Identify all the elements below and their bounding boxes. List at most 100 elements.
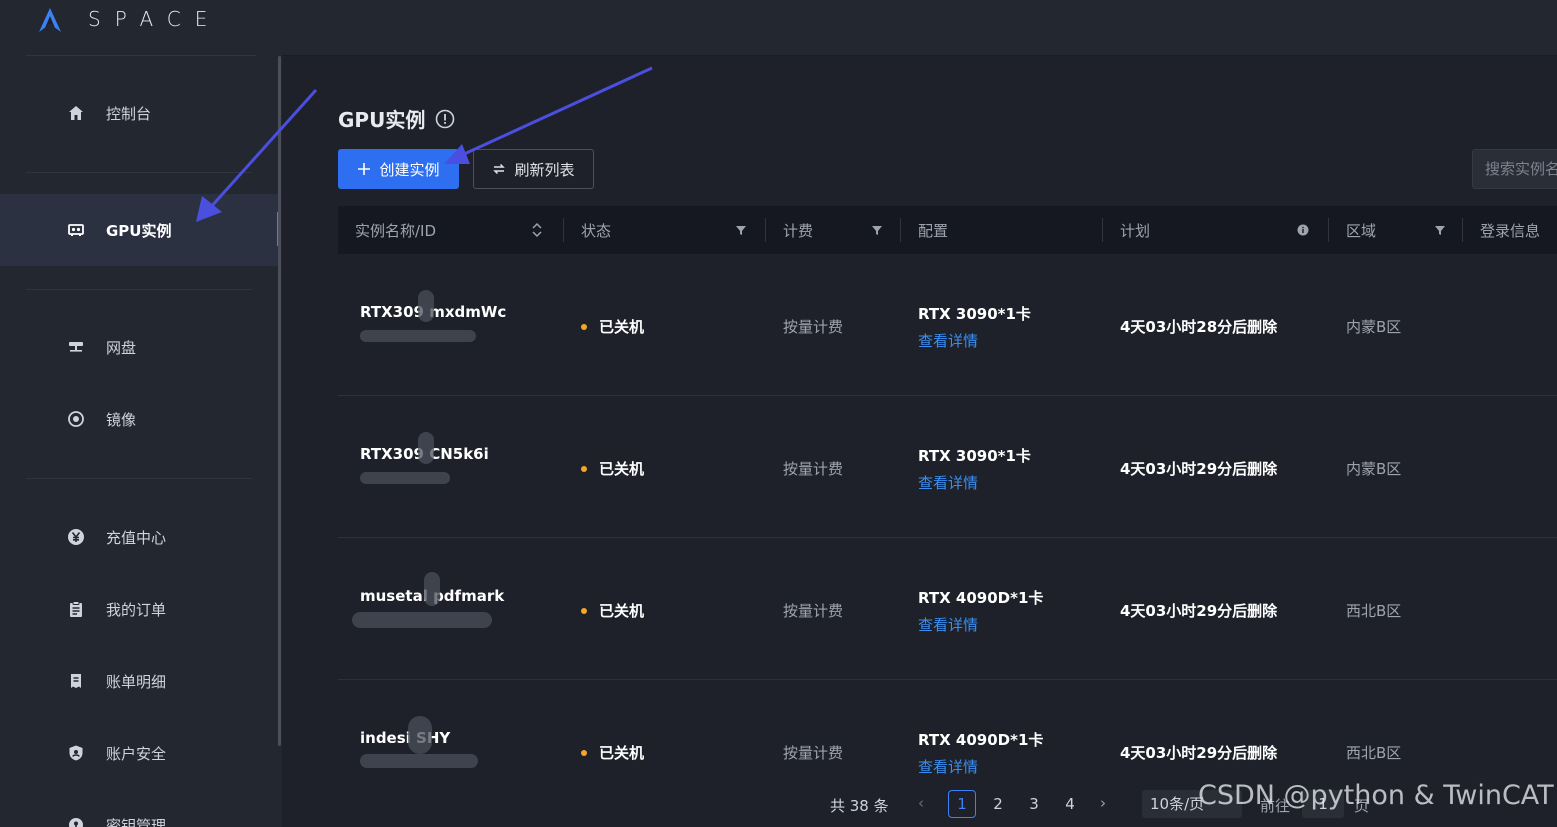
status-text: 已关机 <box>599 318 645 336</box>
sidebar-item-orders[interactable]: 我的订单 <box>0 573 278 645</box>
sidebar-item-bills[interactable]: 账单明细 <box>0 645 278 717</box>
status-dot <box>581 607 587 614</box>
redacted-id <box>352 612 492 628</box>
column-header-status[interactable]: 状态 <box>581 206 751 254</box>
refresh-list-label: 刷新列表 <box>514 160 575 179</box>
status-dot <box>581 323 587 330</box>
status-badge: 已关机 <box>581 600 644 621</box>
page-size-select[interactable]: 10条/页 <box>1142 790 1242 818</box>
chevron-left-icon[interactable]: ‹ <box>918 794 924 812</box>
instance-name[interactable]: indesi SHY <box>360 729 450 747</box>
sidebar-item-account-security[interactable]: 账户安全 <box>0 717 278 789</box>
column-header-label: 计费 <box>783 221 814 240</box>
logo[interactable]: SPACE <box>0 0 282 56</box>
column-header-billing[interactable]: 计费 <box>783 206 893 254</box>
page-button-3[interactable]: 3 <box>1020 790 1048 818</box>
yen-icon <box>66 527 86 547</box>
billing-type: 按量计费 <box>783 460 844 478</box>
filter-icon[interactable] <box>1435 225 1445 235</box>
sidebar-item-label: 控制台 <box>106 104 152 123</box>
search-input[interactable]: 搜索实例名 <box>1472 149 1557 189</box>
sort-icon[interactable] <box>531 221 543 239</box>
chevron-right-icon[interactable]: › <box>1100 794 1106 812</box>
column-separator <box>765 218 766 242</box>
divider <box>26 478 252 479</box>
page-unit-label: 页 <box>1354 797 1370 815</box>
config-cell: RTX 3090*1卡 查看详情 <box>918 445 1031 493</box>
filter-icon[interactable] <box>736 225 746 235</box>
plan-text: 4天03小时29分后删除 <box>1120 602 1278 620</box>
sidebar-item-label: 网盘 <box>106 338 137 357</box>
redacted-id <box>360 330 476 342</box>
config-cell: RTX 4090D*1卡 查看详情 <box>918 729 1043 777</box>
config-spec: RTX 4090D*1卡 <box>918 589 1044 607</box>
redacted-id <box>360 754 478 768</box>
page-title-text: GPU实例 <box>338 108 426 132</box>
main-content: GPU实例 创建实例 刷新列表 搜索实例名 实例名称/ID 状态 计费 配置 计… <box>282 56 1557 827</box>
table-row[interactable]: musetal pdfmark 已关机 按量计费 RTX 4090D*1卡 查看… <box>338 538 1557 680</box>
column-separator <box>563 218 564 242</box>
sidebar-item-network-disk[interactable]: 网盘 <box>0 311 278 383</box>
column-header-region[interactable]: 区域 <box>1346 206 1456 254</box>
sidebar-item-console[interactable]: 控制台 <box>0 77 278 149</box>
status-badge: 已关机 <box>581 316 644 337</box>
view-details-link[interactable]: 查看详情 <box>918 614 1043 635</box>
table-row[interactable]: RTX309 mxdmWc 已关机 按量计费 RTX 3090*1卡 查看详情 … <box>338 254 1557 396</box>
sidebar-item-label: 我的订单 <box>106 600 167 619</box>
status-badge: 已关机 <box>581 742 644 763</box>
info-icon[interactable] <box>435 109 455 129</box>
brand-name: SPACE <box>88 7 222 31</box>
config-spec: RTX 4090D*1卡 <box>918 731 1044 749</box>
image-icon <box>66 409 86 429</box>
column-header-plan: 计划 <box>1120 206 1320 254</box>
view-details-link[interactable]: 查看详情 <box>918 330 1031 351</box>
goto-page-value: 1 <box>1318 795 1328 813</box>
config-cell: RTX 3090*1卡 查看详情 <box>918 303 1031 351</box>
table-row[interactable]: RTX309 CN5k6i 已关机 按量计费 RTX 3090*1卡 查看详情 … <box>338 396 1557 538</box>
sidebar-item-key-management[interactable]: 密钥管理 <box>0 789 278 827</box>
sidebar-scrollbar[interactable] <box>278 56 281 746</box>
column-header-label: 计划 <box>1120 221 1151 240</box>
sidebar-item-label: 镜像 <box>106 410 137 429</box>
pagination: 共 38 条 ‹ 1 2 3 4 › 10条/页 前往 1 页 <box>282 790 1557 820</box>
divider <box>26 172 252 173</box>
column-header-name[interactable]: 实例名称/ID <box>355 206 555 254</box>
config-spec: RTX 3090*1卡 <box>918 305 1031 323</box>
sidebar-item-recharge[interactable]: 充值中心 <box>0 501 278 573</box>
status-badge: 已关机 <box>581 458 644 479</box>
page-button-1[interactable]: 1 <box>948 790 976 818</box>
sidebar-item-label: 密钥管理 <box>106 816 167 827</box>
redacted-mark <box>408 716 432 754</box>
region-text: 西北B区 <box>1346 744 1402 762</box>
billing-type: 按量计费 <box>783 744 844 762</box>
sidebar-item-image[interactable]: 镜像 <box>0 383 278 455</box>
column-header-login: 登录信息 <box>1480 206 1557 254</box>
refresh-list-button[interactable]: 刷新列表 <box>473 149 594 189</box>
column-header-label: 登录信息 <box>1480 221 1541 240</box>
create-instance-button[interactable]: 创建实例 <box>338 149 459 189</box>
view-details-link[interactable]: 查看详情 <box>918 756 1043 777</box>
status-text: 已关机 <box>599 460 645 478</box>
page-button-2[interactable]: 2 <box>984 790 1012 818</box>
page-button-4[interactable]: 4 <box>1056 790 1084 818</box>
column-header-label: 配置 <box>918 221 949 240</box>
region-text: 内蒙B区 <box>1346 460 1402 478</box>
status-text: 已关机 <box>599 602 645 620</box>
search-placeholder: 搜索实例名 <box>1485 160 1557 178</box>
create-instance-label: 创建实例 <box>379 160 440 179</box>
sidebar-item-label: 账单明细 <box>106 672 167 691</box>
info-icon[interactable] <box>1297 224 1309 236</box>
view-details-link[interactable]: 查看详情 <box>918 472 1031 493</box>
instance-table: 实例名称/ID 状态 计费 配置 计划 区域 登录信息 RTX309 mxdmW… <box>338 206 1557 822</box>
status-dot <box>581 749 587 756</box>
redacted-mark <box>424 572 440 606</box>
config-spec: RTX 3090*1卡 <box>918 447 1031 465</box>
key-icon <box>66 815 86 827</box>
region-text: 内蒙B区 <box>1346 318 1402 336</box>
column-header-label: 状态 <box>581 221 612 240</box>
goto-page-input[interactable]: 1 <box>1302 790 1344 818</box>
page-title: GPU实例 <box>338 104 455 133</box>
sidebar-item-gpu-instances[interactable]: GPU实例 <box>0 194 280 266</box>
column-separator <box>1102 218 1103 242</box>
filter-icon[interactable] <box>872 225 882 235</box>
